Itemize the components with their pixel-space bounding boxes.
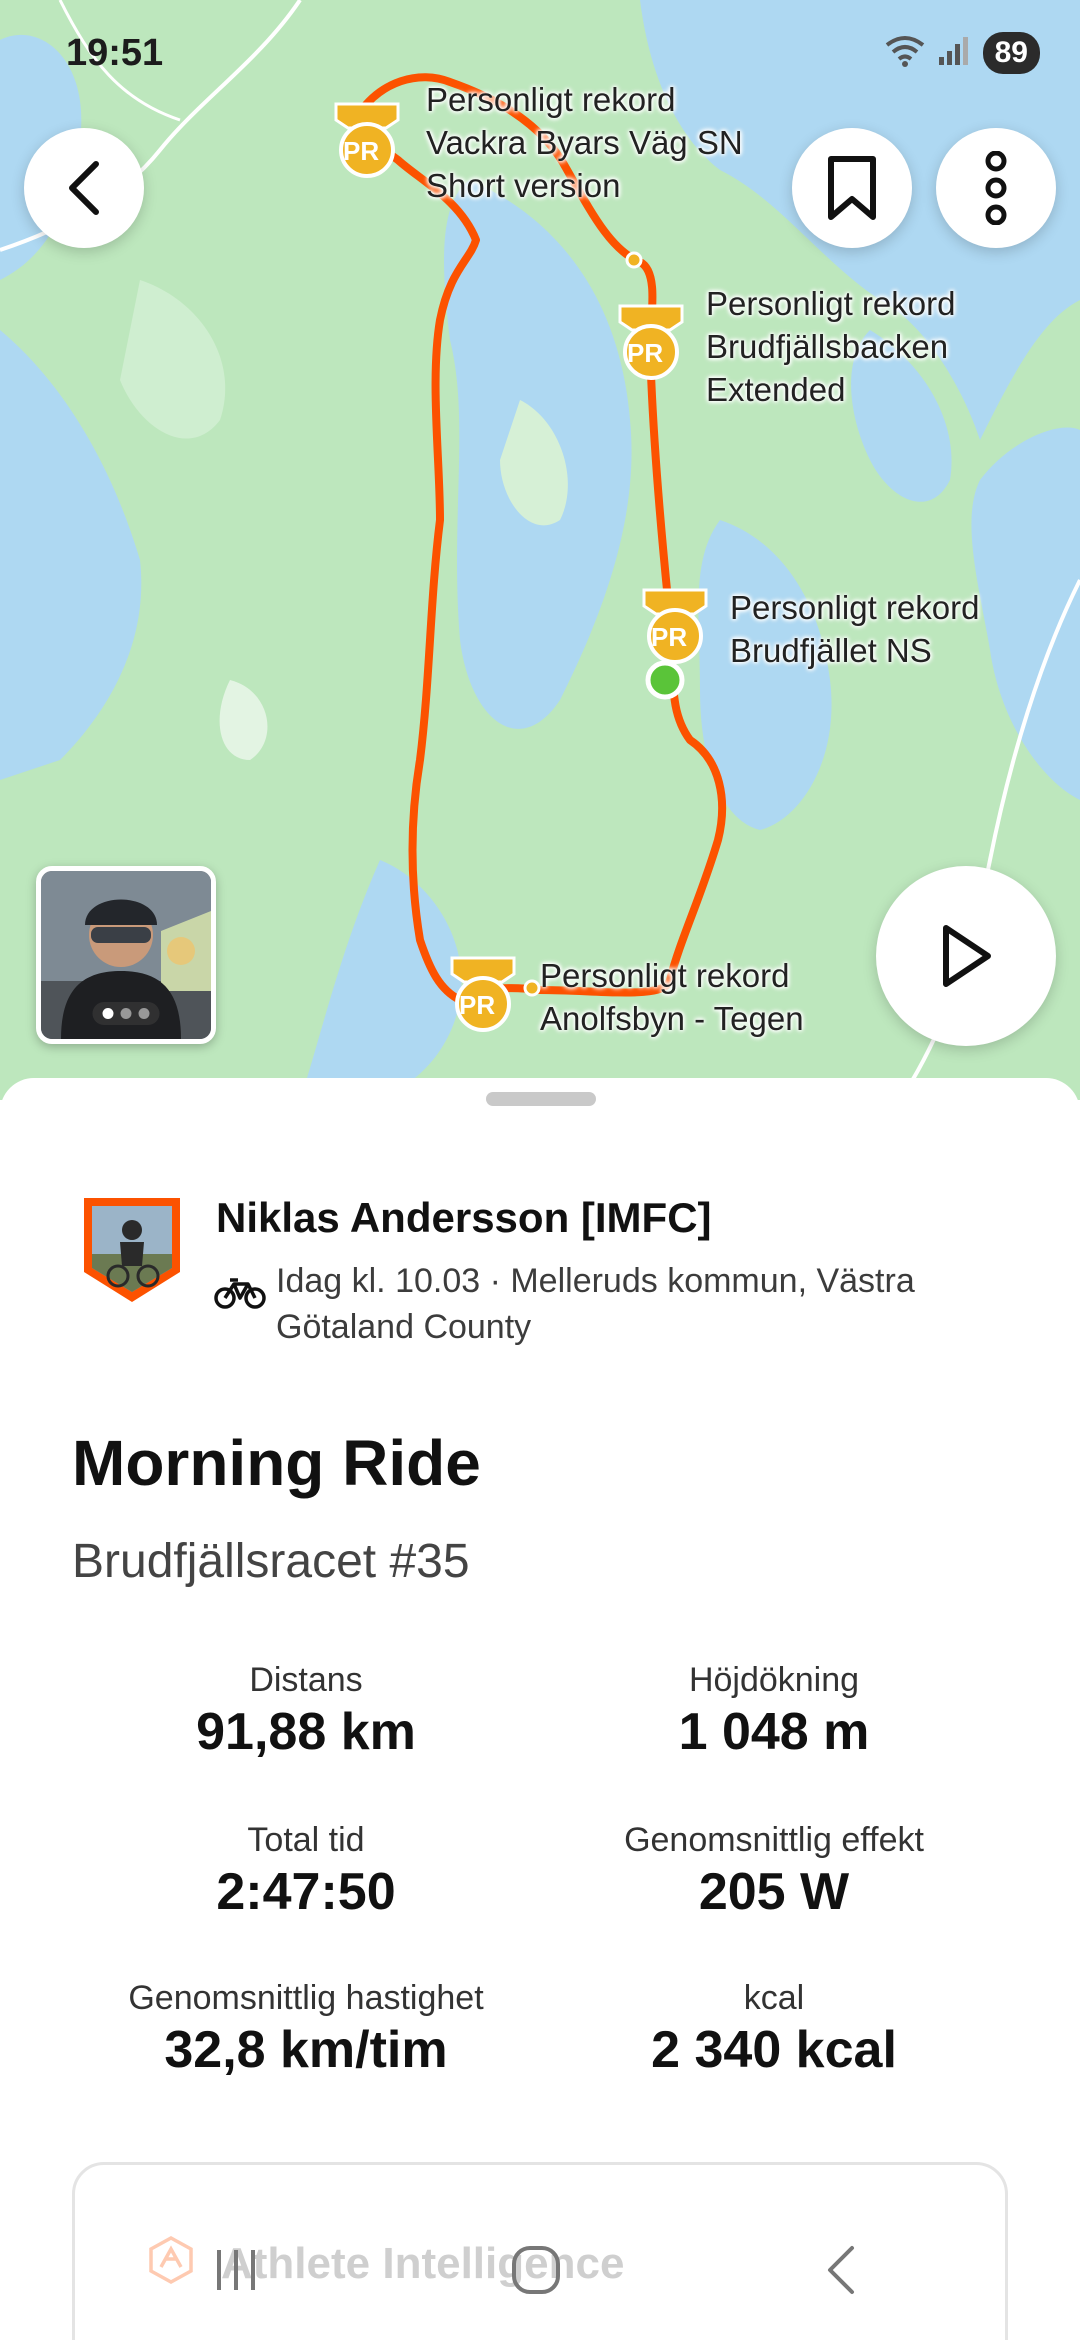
play-icon (943, 925, 991, 987)
stat-label: Distans (249, 1661, 363, 1699)
pr-label-title: Personligt rekord (426, 81, 676, 118)
pr-marker[interactable]: PR (638, 584, 712, 673)
stat-average-speed: Genomsnittlig hastighet 32,8 km/tim (66, 1978, 546, 2080)
pr-badge-text: PR (459, 990, 496, 1020)
stat-value: 32,8 km/tim (164, 2021, 448, 2079)
system-navigation-bar (0, 2220, 1080, 2320)
stat-value: 205 W (698, 1863, 850, 1921)
stat-value: 91,88 km (196, 1703, 416, 1761)
pr-badge-text: PR (343, 136, 380, 166)
recents-icon (217, 2250, 255, 2290)
bookmark-icon (828, 156, 876, 220)
more-vertical-icon (985, 151, 1007, 225)
more-options-button[interactable] (936, 128, 1056, 248)
pr-label-segment: Short version (426, 167, 621, 204)
bike-icon (214, 1276, 266, 1315)
stat-elevation-gain: Höjdökning 1 048 m (534, 1660, 1014, 1762)
pr-label-segment: Vackra Byars Väg SN (426, 124, 743, 161)
pr-badge-text: PR (627, 338, 664, 368)
back-icon (828, 2246, 854, 2294)
pager-dot (102, 1008, 114, 1019)
pr-marker[interactable]: PR (614, 300, 688, 389)
stat-label: Genomsnittlig effekt (624, 1821, 924, 1859)
sheet-drag-handle[interactable] (486, 1092, 596, 1106)
stat-value: 2:47:50 (216, 1863, 396, 1921)
pr-label-title: Personligt rekord (706, 285, 956, 322)
pr-label[interactable]: Personligt rekord Brudfjället NS (730, 586, 979, 672)
pr-label-segment: Extended (706, 371, 846, 408)
stat-value: 2 340 kcal (651, 2021, 897, 2079)
bookmark-button[interactable] (792, 128, 912, 248)
pr-badge-text: PR (651, 622, 688, 652)
pr-marker[interactable]: PR (446, 952, 520, 1041)
activity-description: Brudfjällsracet #35 (72, 1535, 470, 1588)
stat-label: kcal (743, 1979, 805, 2017)
pager-dot (138, 1008, 150, 1019)
home-button[interactable] (496, 2240, 576, 2300)
wifi-icon (885, 35, 925, 72)
activity-details-sheet[interactable]: Niklas Andersson [IMFC] Idag kl. 10.03 ·… (0, 1078, 1080, 2340)
stat-label: Total tid (247, 1821, 365, 1859)
pr-label-segment: Brudfjällsbacken (706, 328, 949, 365)
activity-title: Morning Ride (72, 1427, 481, 1499)
route-map[interactable]: 19:51 89 PR PR PR PR Personligt rekord V (0, 0, 1080, 1100)
pr-label-title: Personligt rekord (730, 589, 980, 626)
pr-label[interactable]: Personligt rekord Brudfjällsbacken Exten… (706, 282, 955, 411)
system-back-button[interactable] (800, 2240, 880, 2300)
chevron-left-icon (69, 161, 99, 215)
pr-label-title: Personligt rekord (540, 957, 790, 994)
stat-average-power: Genomsnittlig effekt 205 W (534, 1820, 1014, 1922)
activity-meta: Idag kl. 10.03 · Melleruds kommun, Västr… (276, 1262, 915, 1346)
athlete-avatar[interactable] (80, 1194, 184, 1306)
pr-label[interactable]: Personligt rekord Vackra Byars Väg SN Sh… (426, 78, 743, 207)
stat-total-time: Total tid 2:47:50 (66, 1820, 546, 1922)
recents-button[interactable] (196, 2240, 276, 2300)
back-button[interactable] (24, 128, 144, 248)
stat-calories: kcal 2 340 kcal (534, 1978, 1014, 2080)
pr-label-segment: Brudfjället NS (730, 632, 932, 669)
athlete-name[interactable]: Niklas Andersson [IMFC] (216, 1194, 712, 1242)
photo-pager-dots (92, 1002, 160, 1025)
home-icon (512, 2246, 560, 2294)
stat-distance: Distans 91,88 km (66, 1660, 546, 1762)
status-time: 19:51 (66, 32, 164, 74)
pr-label[interactable]: Personligt rekord Anolfsbyn - Tegen (540, 954, 804, 1040)
activity-photo-thumbnail[interactable] (36, 866, 216, 1044)
signal-icon (937, 35, 971, 72)
stat-label: Höjdökning (688, 1661, 860, 1699)
battery-badge: 89 (982, 32, 1040, 74)
pr-label-segment: Anolfsbyn - Tegen (540, 1000, 804, 1037)
play-flyover-button[interactable] (876, 866, 1056, 1046)
pager-dot (120, 1008, 132, 1019)
stat-label: Genomsnittlig hastighet (128, 1979, 484, 2017)
status-icons: 89 (885, 32, 1040, 74)
stat-value: 1 048 m (678, 1703, 870, 1761)
pr-marker[interactable]: PR (330, 98, 404, 187)
